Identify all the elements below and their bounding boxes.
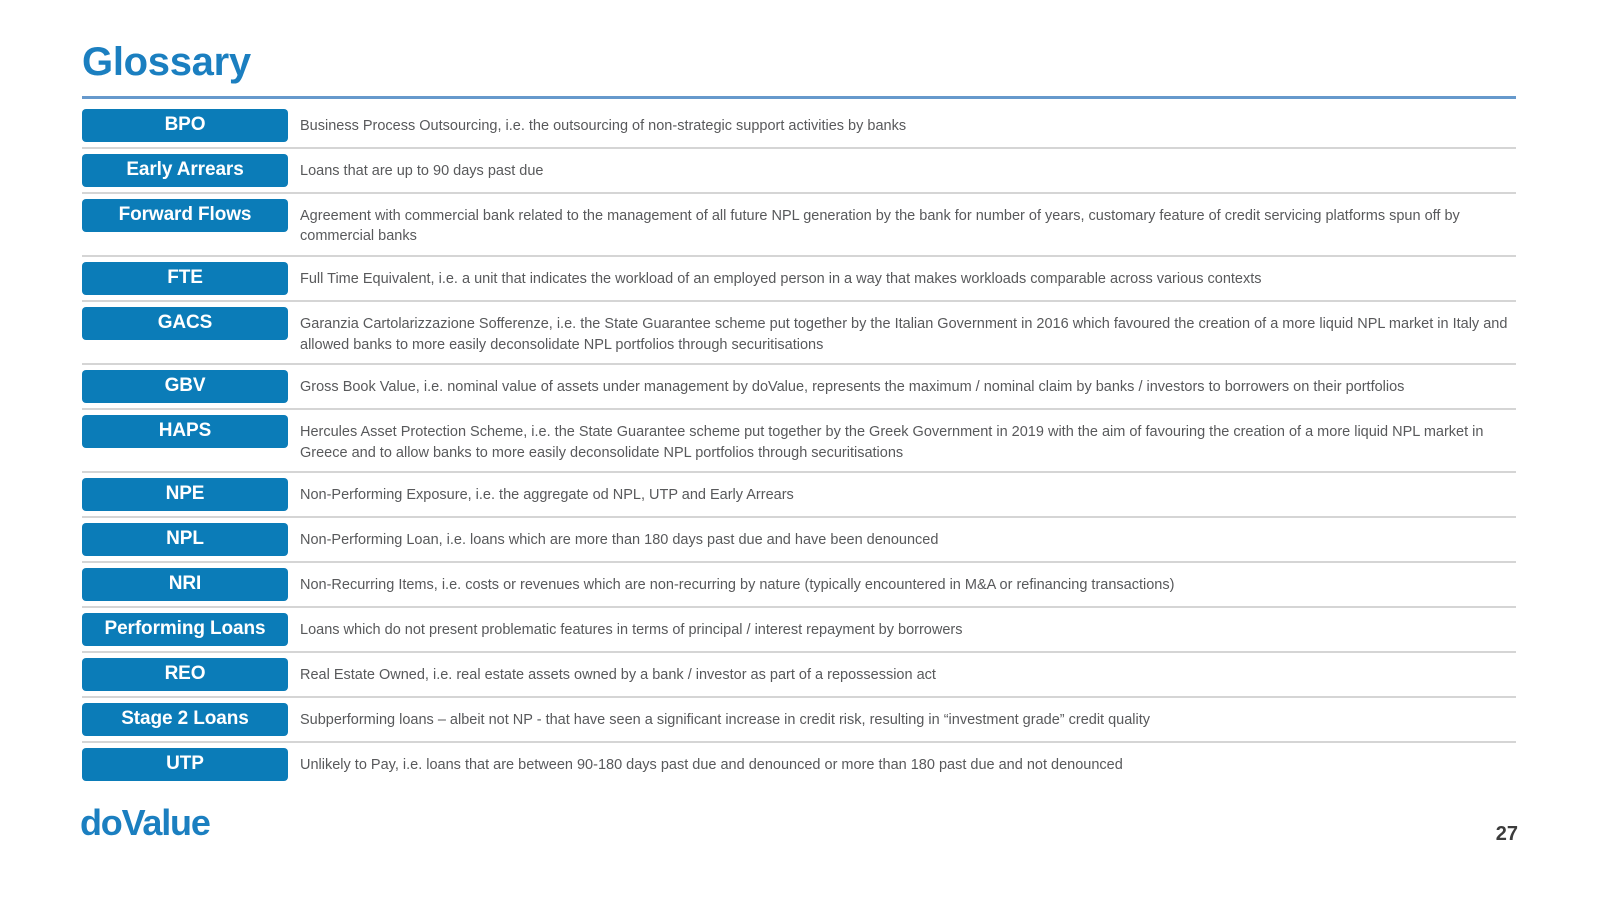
glossary-row: GBV Gross Book Value, i.e. nominal value …: [82, 365, 1516, 411]
glossary-table: BPO Business Process Outsourcing, i.e. th…: [82, 104, 1516, 786]
glossary-term-cell: FTE: [82, 257, 288, 300]
glossary-definition: Unlikely to Pay, i.e. loans that are bet…: [300, 756, 1123, 773]
glossary-term-badge: REO: [82, 657, 288, 691]
glossary-row: REO Real Estate Owned, i.e. real estate a…: [82, 653, 1516, 698]
glossary-definition: Real Estate Owned, i.e. real estate asse…: [300, 666, 936, 683]
glossary-term-cell: Forward Flows: [82, 194, 288, 237]
glossary-term-cell: UTP: [82, 743, 288, 786]
dovalue-logo: doValue: [80, 802, 211, 843]
glossary-term-cell: NPE: [82, 473, 288, 516]
glossary-term-badge: Stage 2 Loans: [82, 702, 288, 736]
glossary-term-badge: GACS: [82, 306, 288, 340]
page-title: Glossary: [82, 40, 251, 84]
glossary-term-cell: NPL: [82, 518, 288, 561]
glossary-term-cell: Early Arrears: [82, 149, 288, 192]
glossary-row: Stage 2 Loans Subperforming loans – albei…: [82, 698, 1516, 743]
title-divider: [82, 96, 1516, 99]
glossary-term-badge: Early Arrears: [82, 153, 288, 187]
glossary-row: Early Arrears Loans that are up to 90 day…: [82, 149, 1516, 194]
glossary-definition: Agreement with commercial bank related t…: [300, 207, 1460, 245]
glossary-row: HAPS Hercules Asset Protection Scheme, i.…: [82, 410, 1516, 474]
glossary-definition: Subperforming loans – albeit not NP - th…: [300, 711, 1151, 728]
glossary-term-badge: HAPS: [82, 415, 288, 448]
glossary-term-badge: NPL: [82, 523, 288, 557]
glossary-term-cell: NRI: [82, 563, 288, 606]
glossary-term-badge: Performing Loans: [82, 613, 288, 646]
glossary-term-badge: NRI: [82, 568, 288, 602]
glossary-row: FTE Full Time Equivalent, i.e. a unit tha…: [82, 257, 1516, 302]
glossary-row: NPL Non-Performing Loan, i.e. loans which…: [82, 518, 1516, 564]
glossary-term-badge: NPE: [82, 478, 288, 512]
glossary-row: BPO Business Process Outsourcing, i.e. th…: [82, 104, 1516, 149]
glossary-term-cell: REO: [82, 653, 288, 696]
glossary-term-cell: HAPS: [82, 410, 288, 453]
glossary-definition: Loans that are up to 90 days past due: [300, 162, 544, 179]
glossary-definition: Full Time Equivalent, i.e. a unit that i…: [300, 271, 1262, 288]
glossary-term-cell: Performing Loans: [82, 608, 288, 651]
glossary-term-badge: BPO: [82, 109, 288, 142]
glossary-term-badge: Forward Flows: [82, 198, 288, 232]
glossary-definition: Non-Recurring Items, i.e. costs or reven…: [300, 577, 1175, 594]
glossary-row: NPE Non-Performing Exposure, i.e. the agg…: [82, 473, 1516, 519]
glossary-row: UTP Unlikely to Pay, i.e. loans that are …: [82, 743, 1516, 786]
glossary-term-cell: GACS: [82, 302, 288, 345]
glossary-definition: Gross Book Value, i.e. nominal value of …: [300, 379, 1405, 396]
glossary-term-badge: UTP: [82, 747, 288, 781]
glossary-row: GACS Garanzia Cartolarizzazione Sofferenz…: [82, 302, 1516, 366]
glossary-term-badge: FTE: [82, 262, 288, 295]
glossary-definition: Loans which do not present problematic f…: [300, 622, 963, 639]
glossary-definition: Business Process Outsourcing, i.e. the o…: [300, 118, 907, 134]
glossary-definition: Garanzia Cartolarizzazione Sofferenze, i…: [300, 315, 1508, 353]
glossary-definition: Non-Performing Exposure, i.e. the aggreg…: [300, 487, 794, 504]
glossary-row: Forward Flows Agreement with commercial b…: [82, 194, 1516, 258]
glossary-row: NRI Non-Recurring Items, i.e. costs or re…: [82, 563, 1516, 609]
glossary-definition: Hercules Asset Protection Scheme, i.e. t…: [300, 424, 1484, 461]
glossary-row: Performing Loans Loans which do not prese…: [82, 608, 1516, 653]
page-number: 27: [1495, 823, 1518, 845]
glossary-slide: Glossary BPO Business Process Outsourcing…: [0, 0, 1600, 900]
glossary-term-cell: Stage 2 Loans: [82, 698, 288, 741]
glossary-term-badge: GBV: [82, 370, 288, 404]
glossary-definition: Non-Performing Loan, i.e. loans which ar…: [300, 532, 939, 549]
glossary-term-cell: BPO: [82, 104, 288, 147]
glossary-term-cell: GBV: [82, 365, 288, 408]
